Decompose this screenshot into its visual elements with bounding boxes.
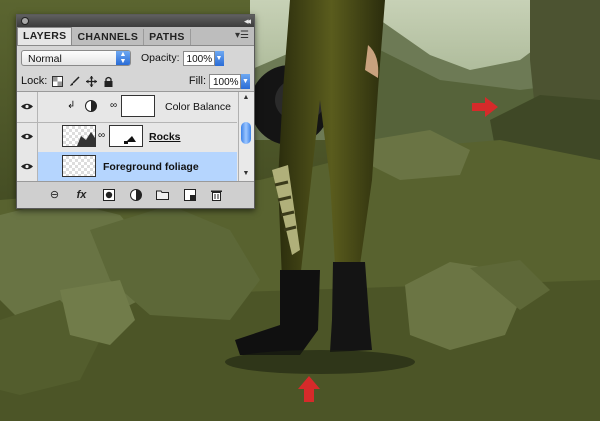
fill-dropdown-icon[interactable]: ▼: [241, 73, 250, 89]
mask-icon[interactable]: [102, 189, 115, 201]
layer-row-rocks[interactable]: ∞ Rocks: [17, 122, 237, 153]
folder-icon[interactable]: [156, 189, 169, 201]
new-layer-icon[interactable]: [183, 189, 196, 201]
layer-row-color-balance[interactable]: ↲ ∞ Color Balance: [17, 92, 237, 123]
layers-scrollbar[interactable]: ▲ ▼: [238, 92, 254, 182]
panel-footer: ⊖ fx: [17, 181, 254, 208]
visibility-eye-icon[interactable]: [17, 122, 38, 152]
tab-channels[interactable]: CHANNELS: [72, 29, 145, 45]
layer-name-foreground-foliage: Foreground foliage: [103, 161, 199, 173]
scroll-down-icon[interactable]: ▼: [241, 170, 251, 177]
link-icon[interactable]: ⊖: [48, 189, 61, 201]
red-arrow-up: [298, 376, 320, 407]
fx-icon[interactable]: fx: [75, 189, 88, 201]
tab-paths[interactable]: PATHS: [144, 29, 191, 45]
panel-titlebar: ◂◂: [17, 15, 254, 27]
opacity-field[interactable]: 100%: [182, 50, 215, 66]
layers-panel: ◂◂ LAYERS CHANNELS PATHS ▾☰ Normal ▲ ▼ Op…: [16, 14, 255, 209]
panel-menu-icon[interactable]: ▾☰: [235, 30, 249, 41]
lock-move-icon[interactable]: [86, 75, 98, 87]
blend-mode-select[interactable]: Normal ▲ ▼: [21, 50, 131, 66]
chain-link-icon[interactable]: ∞: [110, 100, 117, 111]
adjustment-icon[interactable]: [129, 189, 142, 201]
lock-row: Lock: Fill: 100% ▼: [17, 70, 254, 92]
tab-layers[interactable]: LAYERS: [17, 27, 73, 45]
trash-icon[interactable]: [210, 189, 223, 201]
red-arrow-right: [472, 97, 498, 122]
lock-transparency-icon[interactable]: [52, 75, 64, 87]
visibility-eye-icon[interactable]: [17, 92, 38, 122]
close-icon[interactable]: [21, 17, 29, 25]
layer-thumbnail: [62, 155, 96, 177]
clip-arrow-icon: ↲: [67, 100, 76, 111]
layer-mask-thumbnail: [109, 125, 143, 147]
blend-mode-value: Normal: [28, 53, 62, 65]
lock-all-icon[interactable]: [103, 76, 114, 87]
blend-row: Normal ▲ ▼ Opacity: 100% ▼: [17, 46, 254, 70]
lock-label: Lock:: [21, 75, 48, 87]
opacity-dropdown-icon[interactable]: ▼: [214, 50, 224, 66]
fill-label: Fill:: [188, 75, 206, 87]
scroll-up-icon[interactable]: ▲: [241, 94, 251, 101]
layer-name-rocks: Rocks: [149, 131, 181, 143]
panel-tabs: LAYERS CHANNELS PATHS ▾☰: [17, 27, 254, 46]
adjustment-mask-thumbnail: [121, 95, 155, 117]
layer-name-color-balance: Color Balance: [165, 101, 231, 113]
layer-thumbnail: [62, 125, 96, 147]
chevron-updown-icon: ▲ ▼: [116, 51, 130, 65]
visibility-eye-icon[interactable]: [17, 152, 38, 182]
scrollbar-thumb[interactable]: [241, 122, 251, 144]
adjustment-icon: [85, 100, 97, 115]
fill-field[interactable]: 100%: [209, 73, 241, 89]
lock-brush-icon[interactable]: [69, 75, 80, 87]
opacity-label: Opacity:: [141, 52, 180, 64]
chain-link-icon[interactable]: ∞: [98, 130, 105, 141]
layer-row-foreground-foliage[interactable]: Foreground foliage: [17, 152, 237, 183]
layers-list: ↲ ∞ Color Balance ∞ Rocks Foreground fol…: [17, 91, 254, 183]
collapse-icon[interactable]: ◂◂: [244, 15, 251, 27]
